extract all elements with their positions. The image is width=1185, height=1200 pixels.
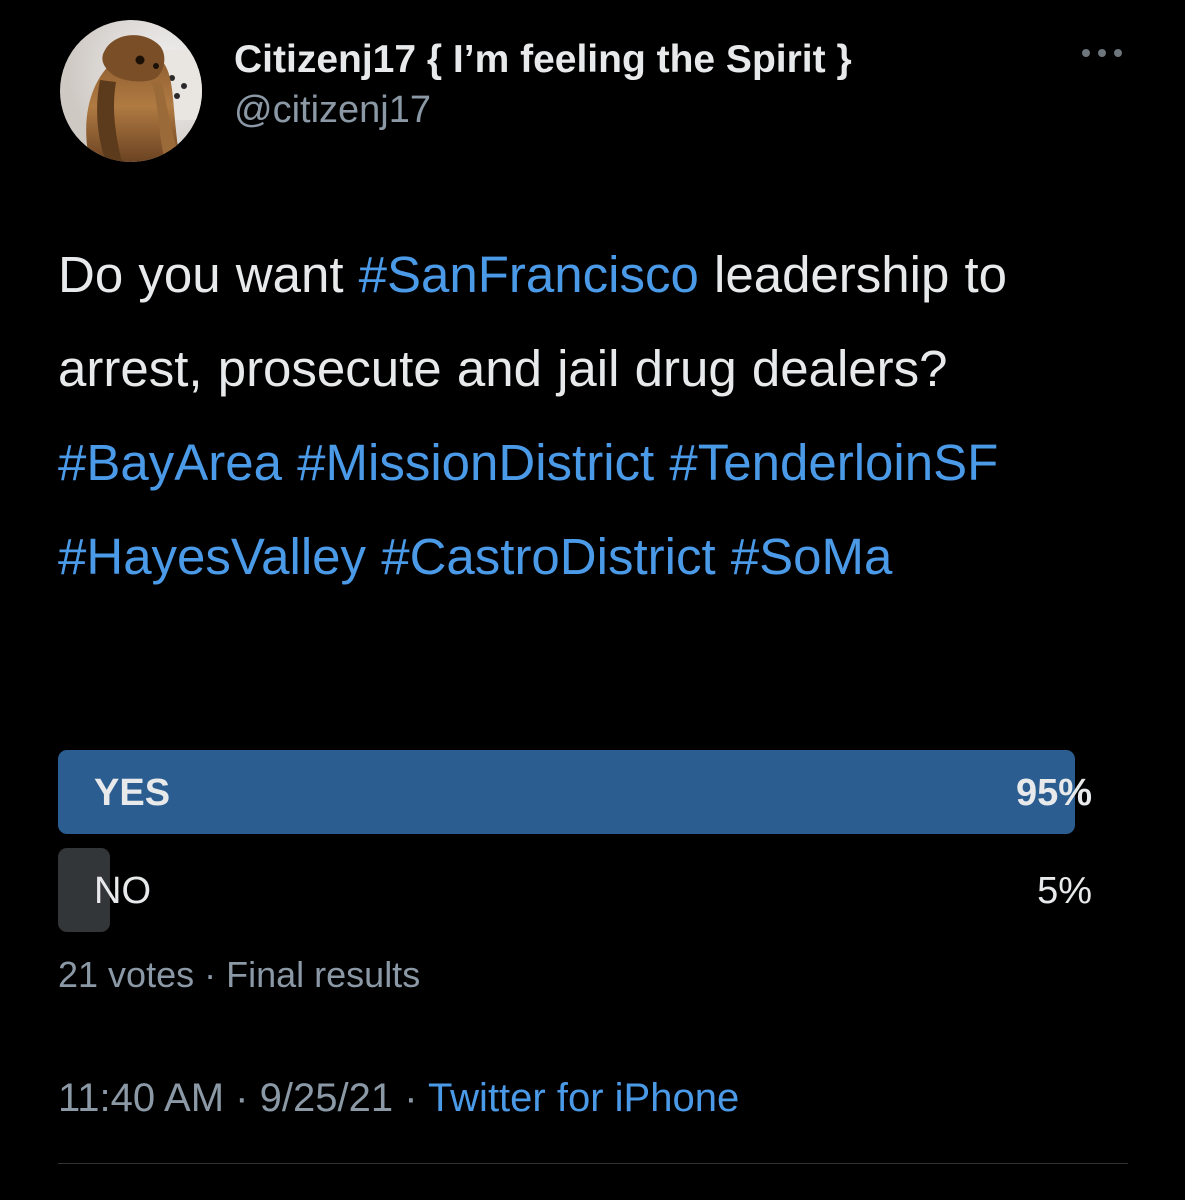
poll-status: Final results [226,954,421,995]
tweet-time[interactable]: 11:40 AM [58,1076,224,1120]
tweet-header: Citizenj17 { I’m feeling the Spirit } @c… [60,20,1130,165]
poll-option-label: NO [94,870,151,912]
tweet-text-segment [366,528,381,585]
poll-option-yes-bar [58,750,1076,834]
display-name[interactable]: Citizenj17 { I’m feeling the Spirit } [234,36,852,84]
avatar[interactable] [60,20,202,162]
poll-option-no: NO 5% [58,848,1092,932]
separator: · [204,954,217,995]
tweet-text-segment [654,434,669,491]
hashtag-link[interactable]: #HayesValley [58,528,366,585]
author-names: Citizenj17 { I’m feeling the Spirit } @c… [234,36,852,134]
hashtag-link[interactable]: #BayArea [58,434,282,491]
poll-option-label: YES [94,772,171,814]
poll-vote-count: 21 votes [58,954,195,995]
separator: · [235,1076,249,1120]
poll-option-percent: 5% [1037,870,1092,912]
hashtag-link[interactable]: #TenderloinSF [669,434,998,491]
hashtag-link[interactable]: #SanFrancisco [359,246,699,303]
more-dot [1114,49,1122,57]
more-dot [1082,49,1090,57]
hashtag-link[interactable]: #MissionDistrict [297,434,654,491]
poll-meta: 21 votes · Final results [58,954,420,996]
more-dot [1098,49,1106,57]
separator: · [404,1076,418,1120]
hashtag-link[interactable]: #SoMa [731,528,893,585]
poll-option-yes: YES 95% [58,750,1092,834]
tweet-text: Do you want #SanFrancisco leadership to … [58,228,1138,604]
tweet-timestamp: 11:40 AM · 9/25/21 · Twitter for iPhone [58,1076,739,1121]
divider [58,1163,1128,1164]
tweet-date[interactable]: 9/25/21 [260,1076,393,1120]
tweet-text-segment: Do you want [58,246,359,303]
tweet-text-segment [716,528,731,585]
more-horizontal-icon[interactable] [1082,46,1122,60]
tweet-source[interactable]: Twitter for iPhone [428,1076,739,1120]
poll-option-percent: 95% [1015,772,1092,814]
avatar-image [60,20,202,162]
user-handle[interactable]: @citizenj17 [234,86,852,134]
poll: YES 95% NO 5% [58,750,1092,946]
hashtag-link[interactable]: #CastroDistrict [381,528,715,585]
tweet-text-segment [282,434,297,491]
